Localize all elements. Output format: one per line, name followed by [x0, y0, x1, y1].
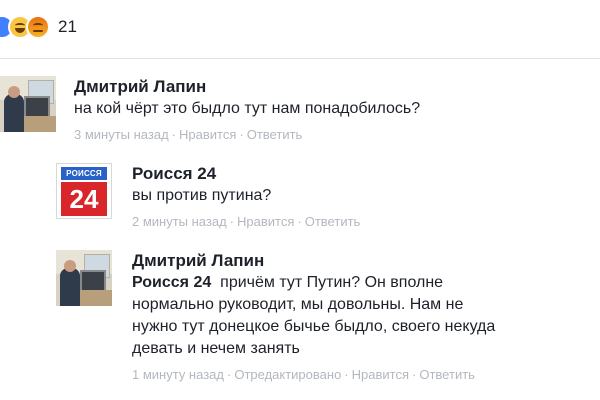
- reply-link[interactable]: Ответить: [305, 214, 361, 229]
- comment-meta: 2 минуты назад · Нравится · Ответить: [132, 214, 361, 229]
- like-link[interactable]: Нравится: [179, 127, 236, 142]
- comment-text-line: девать и нечем занять: [132, 340, 300, 357]
- divider: [0, 58, 600, 59]
- reply-link[interactable]: Ответить: [419, 367, 475, 382]
- comment-author[interactable]: Дмитрий Лапин: [132, 250, 495, 272]
- comment-time[interactable]: 3 минуты назад: [74, 127, 169, 142]
- comment-text-line: причём тут Путин? Он вполне: [220, 274, 444, 291]
- reply-link[interactable]: Ответить: [247, 127, 303, 142]
- comment-text: на кой чёрт это быдло тут нам понадобило…: [74, 100, 421, 117]
- comment-text-line: нормально руководит, мы довольны. Нам не: [132, 296, 464, 313]
- comment-meta: 3 минуты назад · Нравится · Ответить: [74, 127, 303, 142]
- comment-body: Дмитрий Лапин Роисся 24 причём тут Путин…: [132, 250, 495, 384]
- reactions-bar[interactable]: 21: [0, 12, 77, 42]
- comment-author[interactable]: Дмитрий Лапин: [74, 76, 420, 98]
- logo-number: 24: [61, 182, 107, 216]
- mention-link[interactable]: Роисся 24: [132, 274, 211, 291]
- comment: Дмитрий Лапин Роисся 24 причём тут Путин…: [56, 250, 600, 400]
- angry-icon: [26, 15, 50, 39]
- avatar[interactable]: [56, 250, 112, 306]
- edited-label[interactable]: Отредактировано: [234, 367, 341, 382]
- avatar[interactable]: [0, 76, 56, 132]
- logo-bar-text: РОИССЯ: [61, 167, 107, 180]
- comment-text-line: нужно тут донецкое бычье быдло, своего н…: [132, 318, 496, 335]
- like-link[interactable]: Нравится: [237, 214, 294, 229]
- like-link[interactable]: Нравится: [352, 367, 409, 382]
- comment-meta: 1 минуту назад · Отредактировано · Нравится ·…: [132, 367, 475, 382]
- comment: РОИССЯ 24 Роисся 24 вы против путина? 2 …: [56, 163, 600, 243]
- comment-text: Роисся 24 причём тут Путин? Он вполне: [132, 272, 495, 294]
- comment-time[interactable]: 1 минуту назад: [132, 367, 224, 382]
- comment-author[interactable]: Роисся 24: [132, 163, 360, 185]
- comment-time[interactable]: 2 минуты назад: [132, 214, 227, 229]
- comment: Дмитрий Лапин на кой чёрт это быдло тут …: [0, 76, 600, 156]
- avatar[interactable]: РОИССЯ 24: [56, 163, 112, 219]
- reaction-count[interactable]: 21: [58, 17, 77, 37]
- comment-body: Роисся 24 вы против путина? 2 минуты наз…: [132, 163, 360, 231]
- comment-text: вы против путина?: [132, 187, 272, 204]
- comment-body: Дмитрий Лапин на кой чёрт это быдло тут …: [74, 76, 420, 144]
